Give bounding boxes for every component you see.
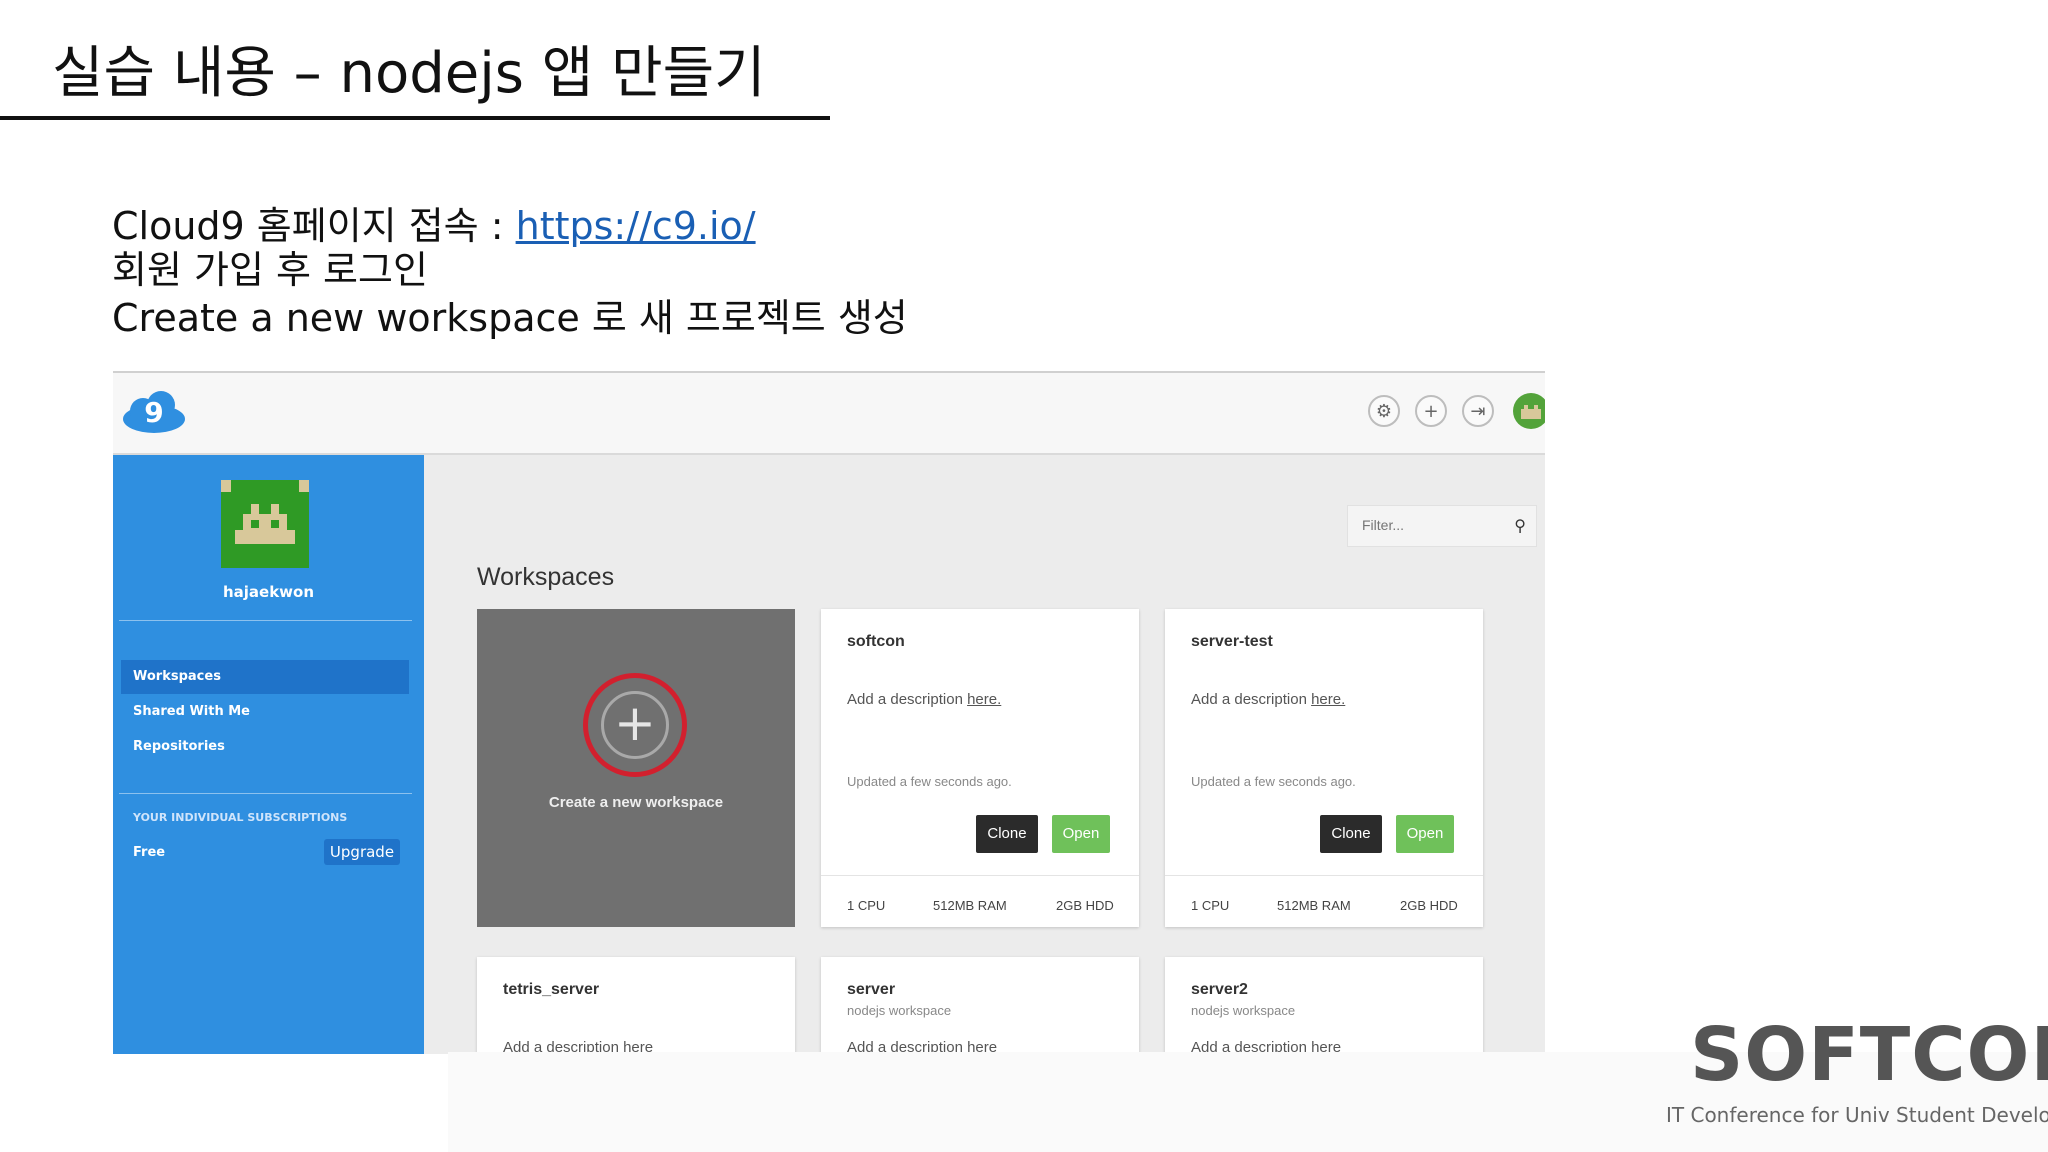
cloud9-dashboard-screenshot: 9 ⚙ + ⇥ hajaekwon Workspaces Shared With… [113,371,1545,1054]
workspace-name[interactable]: tetris_server [503,981,599,999]
open-button[interactable]: Open [1052,815,1110,853]
filter-input[interactable] [1360,516,1504,534]
highlight-circle: + [583,673,687,777]
ram-spec: 512MB RAM [1277,898,1351,913]
brand-tagline: IT Conference for Univ Student Developer [1666,1103,2048,1127]
workspace-card[interactable]: server2 nodejs workspace Add a descripti… [1165,957,1483,1054]
cloud9-logo-icon[interactable]: 9 [121,389,187,435]
workspace-description: Add a description here. [847,691,1001,708]
hdd-spec: 2GB HDD [1400,898,1458,913]
description-text: Add a description [847,691,968,708]
plan-label: Free [133,845,166,860]
workspace-card[interactable]: softcon Add a description here. Updated … [821,609,1139,927]
workspace-card[interactable]: server-test Add a description here. Upda… [1165,609,1483,927]
bullet-visit-homepage: Cloud9 홈페이지 접속 : https://c9.io/ [112,203,756,249]
app-header: 9 ⚙ + ⇥ [113,373,1545,455]
bullet-signup-login: 회원 가입 후 로그인 [112,248,428,292]
username: hajaekwon [222,583,315,601]
workspace-specs: 1 CPU 512MB RAM 2GB HDD [821,875,1139,928]
workspace-subtitle: nodejs workspace [847,1003,952,1018]
hdd-spec: 2GB HDD [1056,898,1114,913]
workspace-card[interactable]: server nodejs workspace Add a descriptio… [821,957,1139,1054]
workspace-name[interactable]: softcon [847,633,905,651]
plus-icon[interactable]: + [1415,395,1447,427]
search-icon[interactable]: ⚲ [1514,516,1526,535]
sidebar-item-shared-with-me[interactable]: Shared With Me [121,695,409,729]
title-underline [0,116,830,120]
page-title: Workspaces [477,563,615,591]
sidebar-divider [119,620,412,621]
plus-icon[interactable]: + [601,691,669,759]
logout-icon[interactable]: ⇥ [1462,395,1494,427]
description-text: Add a description [1191,691,1312,708]
workspace-description: Add a description here. [1191,691,1345,708]
workspace-name[interactable]: server-test [1191,633,1273,651]
sidebar: hajaekwon Workspaces Shared With Me Repo… [113,455,424,1054]
sidebar-item-repositories[interactable]: Repositories [121,730,409,764]
cpu-spec: 1 CPU [1191,898,1230,913]
workspace-specs: 1 CPU 512MB RAM 2GB HDD [1165,875,1483,928]
softcon-logo: SOFTCON [1690,1012,2048,1098]
filter-box: ⚲ [1347,505,1537,547]
create-workspace-card[interactable]: + Create a new workspace [477,609,795,927]
upgrade-button[interactable]: Upgrade [324,839,400,865]
cloud9-link[interactable]: https://c9.io/ [516,204,756,248]
bullet-text: Cloud9 홈페이지 접속 : [112,204,516,248]
slide-title: 실습 내용 – nodejs 앱 만들기 [52,41,766,106]
workspace-name[interactable]: server [847,981,895,999]
sidebar-item-workspaces[interactable]: Workspaces [121,660,409,694]
subscriptions-heading: YOUR INDIVIDUAL SUBSCRIPTIONS [133,811,348,824]
add-description-link[interactable]: here. [967,691,1001,708]
sidebar-divider [119,793,412,794]
profile-avatar[interactable] [221,480,309,568]
ram-spec: 512MB RAM [933,898,1007,913]
svg-text:9: 9 [144,396,163,429]
clone-button[interactable]: Clone [976,815,1038,853]
workspace-name[interactable]: server2 [1191,981,1248,999]
settings-gear-icon[interactable]: ⚙ [1368,395,1400,427]
bullet-create-workspace: Create a new workspace 로 새 프로젝트 생성 [112,296,908,340]
create-workspace-label: Create a new workspace [548,794,724,811]
add-description-link[interactable]: here. [1311,691,1345,708]
updated-time: Updated a few seconds ago. [1191,774,1356,789]
workspace-subtitle: nodejs workspace [1191,1003,1296,1018]
user-avatar[interactable] [1513,393,1545,429]
open-button[interactable]: Open [1396,815,1454,853]
cpu-spec: 1 CPU [847,898,886,913]
workspace-card[interactable]: tetris_server Add a description here [477,957,795,1054]
updated-time: Updated a few seconds ago. [847,774,1012,789]
clone-button[interactable]: Clone [1320,815,1382,853]
